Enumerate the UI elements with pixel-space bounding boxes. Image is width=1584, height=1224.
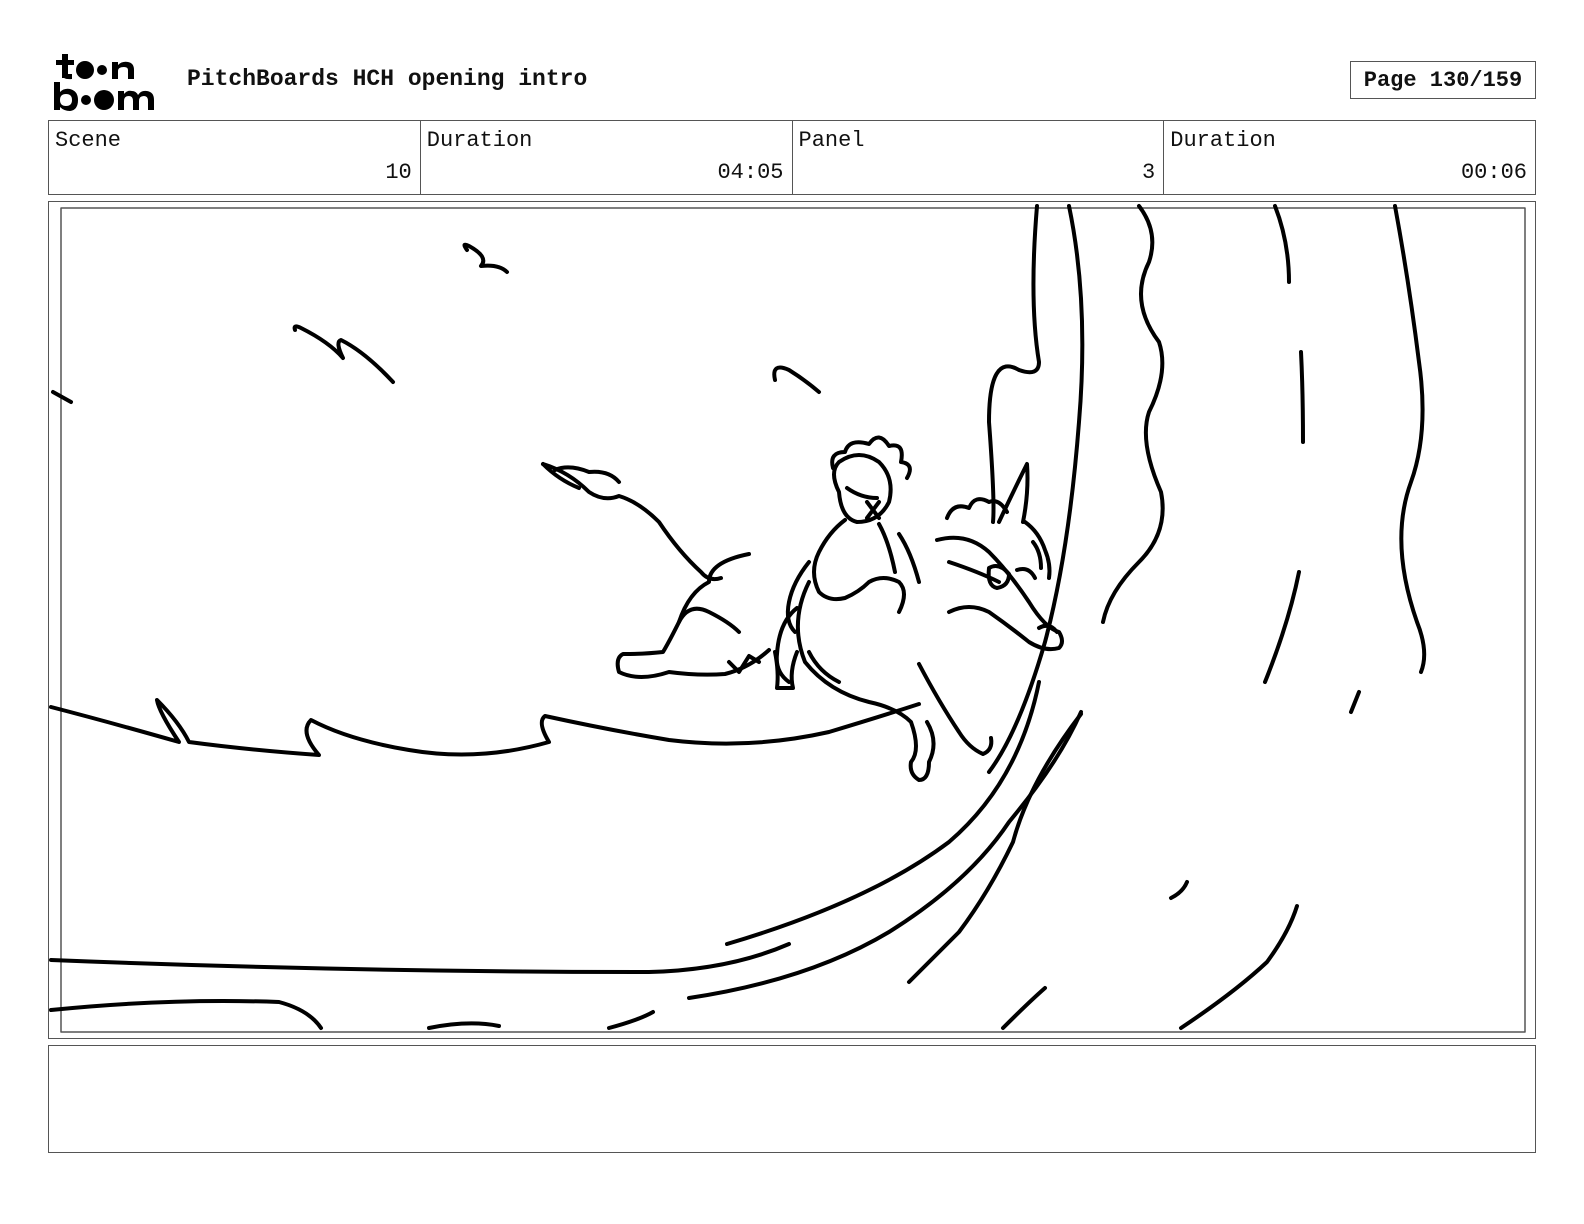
panel-cell: Panel 3 [793, 121, 1165, 194]
scene-duration-label: Duration [426, 128, 533, 153]
panel-duration-cell: Duration 00:06 [1164, 121, 1535, 194]
scene-label: Scene [55, 128, 122, 153]
toon-boom-logo [50, 50, 164, 112]
document-title: PitchBoards HCH opening intro [187, 66, 588, 92]
scene-duration-value: 04:05 [717, 160, 784, 185]
scene-cell: Scene 10 [49, 121, 421, 194]
panel-notes-box [48, 1045, 1536, 1153]
panel-label: Panel [798, 128, 865, 153]
scene-value: 10 [385, 160, 412, 185]
panel-value: 3 [1142, 160, 1156, 185]
scene-duration-cell: Duration 04:05 [421, 121, 793, 194]
storyboard-panel [48, 201, 1536, 1039]
panel-info-grid: Scene 10 Duration 04:05 Panel 3 Duration… [48, 120, 1536, 195]
panel-duration-label: Duration [1170, 128, 1276, 153]
storyboard-sketch-image [49, 204, 1526, 1033]
page-indicator: Page 130/159 [1350, 61, 1536, 99]
panel-duration-value: 00:06 [1460, 160, 1527, 185]
toon-boom-logo-icon [54, 54, 154, 111]
